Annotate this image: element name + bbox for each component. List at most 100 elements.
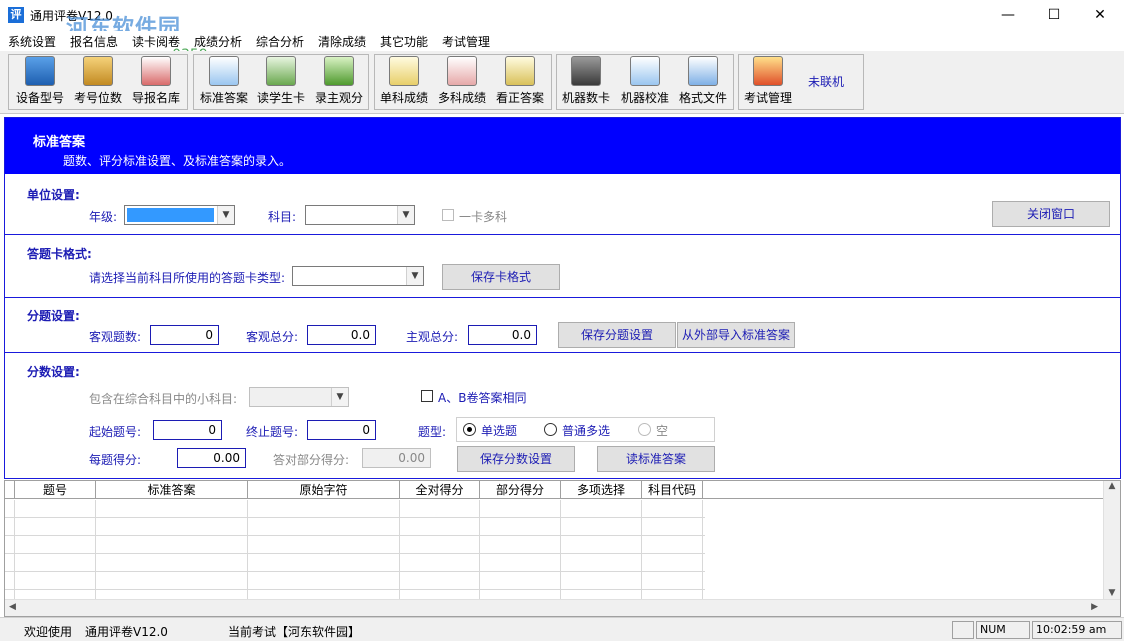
column-header[interactable]: 原始字符 <box>248 481 400 499</box>
table-cell[interactable] <box>400 572 480 590</box>
exam-number-digits-button[interactable]: 考号位数 <box>70 54 126 109</box>
menu-system-settings[interactable]: 系统设置 <box>8 33 56 50</box>
table-row[interactable] <box>5 518 705 536</box>
subject-select[interactable]: ▼ <box>305 205 415 225</box>
answer-grid[interactable]: 题号 标准答案 原始字符 全对得分 部分得分 多项选择 科目代码 ▲ ▼ ◀ ▶ <box>4 480 1121 617</box>
import-answers-button[interactable]: 从外部导入标准答案 <box>677 322 795 348</box>
close-window-panel-button[interactable]: 关闭窗口 <box>992 201 1110 227</box>
table-cell[interactable] <box>480 518 561 536</box>
table-cell[interactable] <box>248 536 400 554</box>
scroll-down-icon[interactable]: ▼ <box>1104 588 1120 598</box>
table-cell[interactable] <box>642 536 703 554</box>
end-number-input[interactable]: 0 <box>307 420 376 440</box>
row-header-cell[interactable] <box>5 518 15 536</box>
menu-clear-scores[interactable]: 清除成绩 <box>318 33 366 50</box>
table-cell[interactable] <box>642 500 703 518</box>
blank-radio[interactable] <box>638 423 651 436</box>
multi-subject-checkbox[interactable] <box>442 209 454 221</box>
table-cell[interactable] <box>96 518 248 536</box>
save-card-format-button[interactable]: 保存卡格式 <box>442 264 560 290</box>
menu-overall-analysis[interactable]: 综合分析 <box>256 33 304 50</box>
table-cell[interactable] <box>561 572 642 590</box>
subjective-total-input[interactable]: 0.0 <box>468 325 537 345</box>
table-row[interactable] <box>5 500 705 518</box>
partial-score-input[interactable]: 0.00 <box>362 448 431 468</box>
column-header[interactable]: 科目代码 <box>642 481 703 499</box>
single-subject-score-button[interactable]: 单科成绩 <box>376 54 432 109</box>
table-cell[interactable] <box>561 554 642 572</box>
table-row[interactable] <box>5 572 705 590</box>
machine-calibration-button[interactable]: 机器校准 <box>617 54 673 109</box>
table-cell[interactable] <box>400 536 480 554</box>
menu-registration[interactable]: 报名信息 <box>70 33 118 50</box>
standard-answer-button[interactable]: 标准答案 <box>196 54 252 109</box>
objective-total-input[interactable]: 0.0 <box>307 325 376 345</box>
device-model-button[interactable]: 设备型号 <box>12 54 68 109</box>
multi-subject-score-button[interactable]: 多科成绩 <box>434 54 490 109</box>
close-window-button[interactable]: ✕ <box>1077 0 1123 31</box>
maximize-button[interactable]: ☐ <box>1031 0 1077 31</box>
minimize-button[interactable]: — <box>985 0 1031 31</box>
table-cell[interactable] <box>15 536 96 554</box>
single-choice-radio[interactable] <box>463 423 476 436</box>
start-number-input[interactable]: 0 <box>153 420 222 440</box>
save-score-button[interactable]: 保存分数设置 <box>457 446 575 472</box>
table-cell[interactable] <box>561 518 642 536</box>
table-cell[interactable] <box>96 500 248 518</box>
table-cell[interactable] <box>248 572 400 590</box>
table-cell[interactable] <box>248 518 400 536</box>
grade-select[interactable]: ▼ <box>124 205 235 225</box>
table-cell[interactable] <box>480 500 561 518</box>
import-registration-button[interactable]: 导报名库 <box>128 54 184 109</box>
table-cell[interactable] <box>15 500 96 518</box>
exam-management-button[interactable]: 考试管理 <box>740 54 796 109</box>
table-cell[interactable] <box>15 554 96 572</box>
table-cell[interactable] <box>561 500 642 518</box>
table-cell[interactable] <box>400 500 480 518</box>
row-header-cell[interactable] <box>5 500 15 518</box>
column-header[interactable]: 全对得分 <box>400 481 480 499</box>
sub-subject-select[interactable]: ▼ <box>249 387 349 407</box>
table-cell[interactable] <box>642 572 703 590</box>
table-cell[interactable] <box>15 518 96 536</box>
horizontal-scrollbar[interactable]: ◀ ▶ <box>5 599 1120 616</box>
objective-count-input[interactable]: 0 <box>150 325 219 345</box>
table-cell[interactable] <box>480 536 561 554</box>
column-header[interactable]: 标准答案 <box>96 481 248 499</box>
table-cell[interactable] <box>400 554 480 572</box>
scroll-left-icon[interactable]: ◀ <box>9 602 16 612</box>
machine-count-button[interactable]: 机器数卡 <box>558 54 614 109</box>
save-subquestion-button[interactable]: 保存分题设置 <box>558 322 676 348</box>
table-cell[interactable] <box>480 572 561 590</box>
table-cell[interactable] <box>96 554 248 572</box>
table-cell[interactable] <box>642 518 703 536</box>
menu-other-functions[interactable]: 其它功能 <box>380 33 428 50</box>
row-header-cell[interactable] <box>5 572 15 590</box>
table-cell[interactable] <box>561 536 642 554</box>
table-row[interactable] <box>5 554 705 572</box>
vertical-scrollbar[interactable]: ▲ ▼ <box>1103 481 1120 600</box>
table-row[interactable] <box>5 536 705 554</box>
column-header[interactable]: 题号 <box>15 481 96 499</box>
table-cell[interactable] <box>480 554 561 572</box>
menu-exam-management[interactable]: 考试管理 <box>442 33 490 50</box>
row-header-cell[interactable] <box>5 536 15 554</box>
table-cell[interactable] <box>400 518 480 536</box>
row-header-cell[interactable] <box>5 554 15 572</box>
read-answer-button[interactable]: 读标准答案 <box>597 446 715 472</box>
read-student-card-button[interactable]: 读学生卡 <box>253 54 309 109</box>
view-correct-answer-button[interactable]: 看正答案 <box>492 54 548 109</box>
scroll-up-icon[interactable]: ▲ <box>1104 481 1120 491</box>
column-header[interactable]: 部分得分 <box>480 481 561 499</box>
format-file-button[interactable]: 格式文件 <box>675 54 731 109</box>
scroll-right-icon[interactable]: ▶ <box>1091 602 1098 612</box>
table-cell[interactable] <box>248 554 400 572</box>
multi-choice-radio[interactable] <box>544 423 557 436</box>
column-header[interactable]: 多项选择 <box>561 481 642 499</box>
table-cell[interactable] <box>96 572 248 590</box>
table-cell[interactable] <box>642 554 703 572</box>
enter-subjective-score-button[interactable]: 录主观分 <box>311 54 367 109</box>
table-cell[interactable] <box>15 572 96 590</box>
table-cell[interactable] <box>96 536 248 554</box>
ab-same-checkbox[interactable] <box>421 390 433 402</box>
